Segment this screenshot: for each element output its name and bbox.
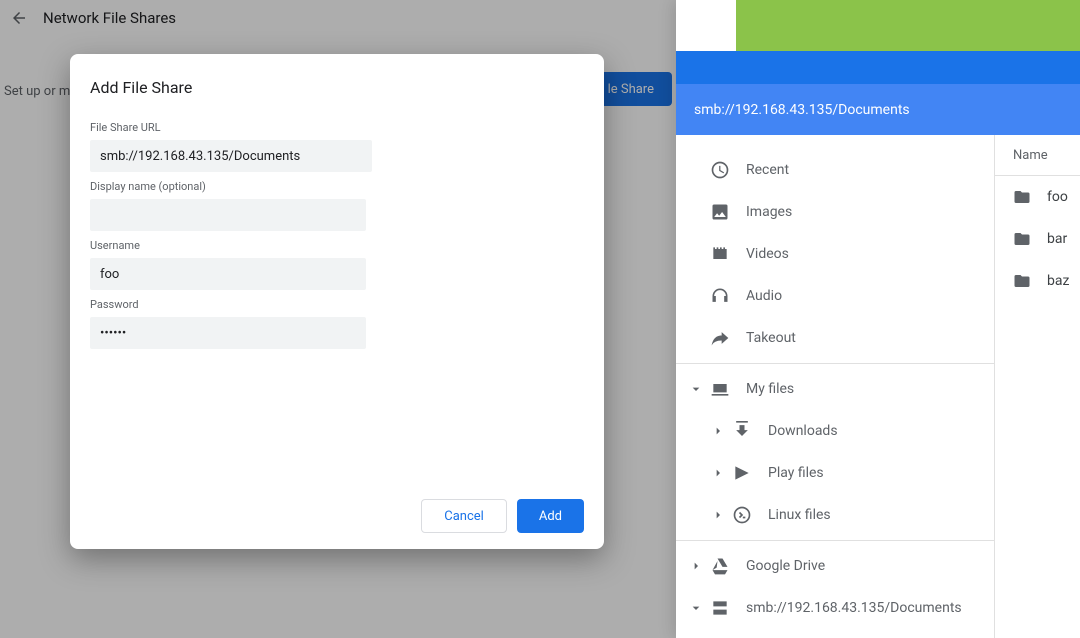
list-item[interactable]: baz <box>995 260 1080 302</box>
headphones-icon <box>710 286 730 306</box>
sidebar-label: Linux files <box>768 507 831 523</box>
file-name: baz <box>1047 273 1069 289</box>
sidebar-item-audio[interactable]: Audio <box>676 275 994 317</box>
sidebar-item-linux-files[interactable]: Linux files <box>676 494 994 536</box>
address-bar: smb://192.168.43.135/Documents <box>676 84 1080 135</box>
url-input[interactable] <box>90 140 372 172</box>
add-label: Add <box>539 509 562 524</box>
chevron-down-icon <box>688 381 704 397</box>
username-input[interactable] <box>90 258 366 290</box>
file-name: foo <box>1047 189 1068 205</box>
file-list: Name foo bar baz <box>995 135 1080 638</box>
sidebar-item-recent[interactable]: Recent <box>676 149 994 191</box>
dialog-actions: Cancel Add <box>90 499 584 533</box>
sidebar-label: Takeout <box>746 330 796 346</box>
sidebar-label: Images <box>746 204 792 220</box>
window-frame-top <box>736 0 1080 51</box>
sidebar-label: Play files <box>768 465 824 481</box>
dialog-title: Add File Share <box>90 78 584 97</box>
settings-window: Network File Shares Set up or m le Share… <box>0 0 692 638</box>
clock-icon <box>710 160 730 180</box>
sidebar-item-play-files[interactable]: Play files <box>676 452 994 494</box>
add-file-share-dialog: Add File Share File Share URL Display na… <box>70 54 604 549</box>
laptop-icon <box>710 379 730 399</box>
add-button[interactable]: Add <box>517 499 584 533</box>
sidebar-label: Google Drive <box>746 558 825 574</box>
display-name-input[interactable] <box>90 199 366 231</box>
video-icon <box>710 244 730 264</box>
play-triangle-icon <box>732 463 752 483</box>
terminal-icon <box>732 505 752 525</box>
list-item[interactable]: bar <box>995 218 1080 260</box>
address-text: smb://192.168.43.135/Documents <box>694 102 910 118</box>
google-drive-icon <box>710 556 730 576</box>
sidebar-separator <box>676 363 994 364</box>
file-name: bar <box>1047 231 1067 247</box>
chevron-right-icon <box>710 507 726 523</box>
folder-icon <box>1013 188 1031 206</box>
files-body: Recent Images Videos Audio Takeout <box>676 135 1080 638</box>
toolbar-strip <box>676 51 1080 84</box>
folder-icon <box>1013 230 1031 248</box>
password-label: Password <box>90 298 584 311</box>
sidebar-label: Downloads <box>768 423 838 439</box>
sidebar: Recent Images Videos Audio Takeout <box>676 135 995 638</box>
url-label: File Share URL <box>90 121 584 134</box>
sidebar-item-smb-mount[interactable]: smb://192.168.43.135/Documents <box>676 587 994 629</box>
sidebar-item-videos[interactable]: Videos <box>676 233 994 275</box>
column-header-label: Name <box>1013 148 1048 163</box>
sidebar-item-images[interactable]: Images <box>676 191 994 233</box>
image-icon <box>710 202 730 222</box>
chevron-right-icon <box>710 465 726 481</box>
column-header-name[interactable]: Name <box>995 135 1080 176</box>
chevron-right-icon <box>688 558 704 574</box>
sidebar-label: My files <box>746 381 794 397</box>
download-icon <box>732 421 752 441</box>
folder-icon <box>1013 272 1031 290</box>
sidebar-separator <box>676 540 994 541</box>
sidebar-label: smb://192.168.43.135/Documents <box>746 600 962 616</box>
cancel-label: Cancel <box>444 509 484 524</box>
sidebar-item-google-drive[interactable]: Google Drive <box>676 545 994 587</box>
sidebar-label: Videos <box>746 246 789 262</box>
display-name-label: Display name (optional) <box>90 180 584 193</box>
files-window: smb://192.168.43.135/Documents Recent Im… <box>676 0 1080 638</box>
list-item[interactable]: foo <box>995 176 1080 218</box>
sidebar-label: Recent <box>746 162 789 178</box>
cancel-button[interactable]: Cancel <box>421 499 507 533</box>
sidebar-item-takeout[interactable]: Takeout <box>676 317 994 359</box>
sidebar-item-my-folder[interactable]: My folder <box>676 629 994 638</box>
sidebar-label: Audio <box>746 288 782 304</box>
smb-share-icon <box>710 598 730 618</box>
username-label: Username <box>90 239 584 252</box>
chevron-down-icon <box>688 600 704 616</box>
password-input[interactable] <box>90 317 366 349</box>
chevron-right-icon <box>710 423 726 439</box>
share-arrow-icon <box>710 328 730 348</box>
sidebar-item-my-files[interactable]: My files <box>676 368 994 410</box>
sidebar-item-downloads[interactable]: Downloads <box>676 410 994 452</box>
